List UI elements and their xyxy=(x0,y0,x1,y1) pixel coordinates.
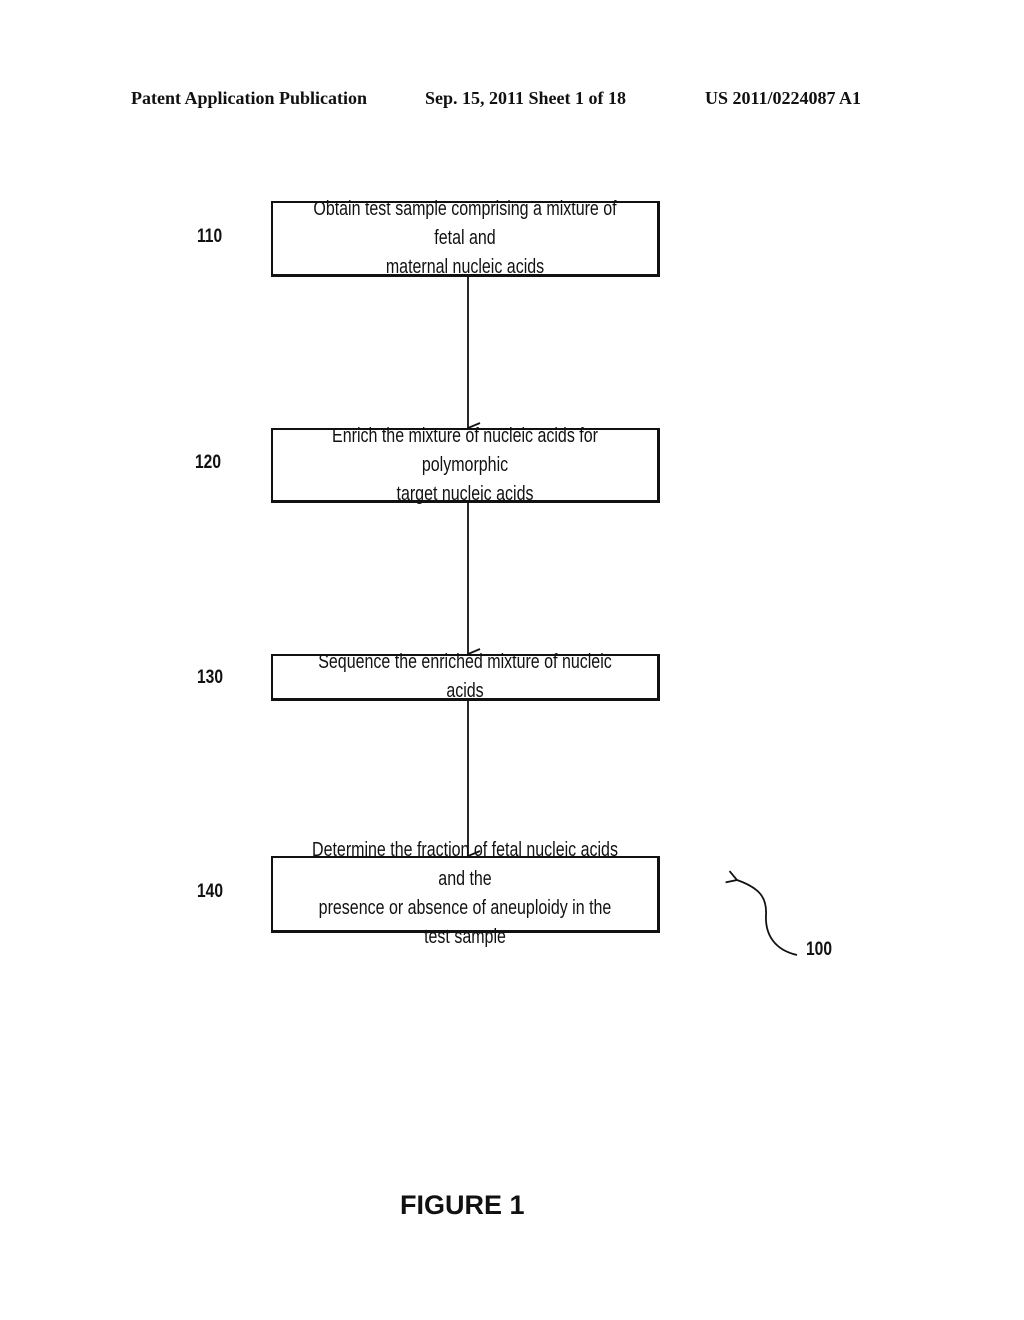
step-text-140: Determine the fraction of fetal nucleic … xyxy=(312,839,618,948)
step-text-120: Enrich the mixture of nucleic acids for … xyxy=(332,424,598,505)
step-ref-110: 110 xyxy=(197,226,223,247)
step-ref-120: 120 xyxy=(195,452,221,473)
step-box-120: Enrich the mixture of nucleic acids for … xyxy=(271,425,660,505)
figure-caption: FIGURE 1 xyxy=(400,1190,525,1220)
reference-leader-arrow xyxy=(725,870,798,956)
step-box-130: Sequence the enriched mixture of nucleic… xyxy=(271,651,660,702)
step-text-130: Sequence the enriched mixture of nucleic… xyxy=(318,651,612,702)
step-box-140: Determine the fraction of fetal nucleic … xyxy=(271,839,660,948)
step-ref-140: 140 xyxy=(197,881,223,902)
step-ref-130: 130 xyxy=(197,667,223,688)
overall-reference-number: 100 xyxy=(806,939,832,960)
step-box-110: Obtain test sample comprising a mixture … xyxy=(271,198,660,278)
step-text-110: Obtain test sample comprising a mixture … xyxy=(313,198,617,278)
